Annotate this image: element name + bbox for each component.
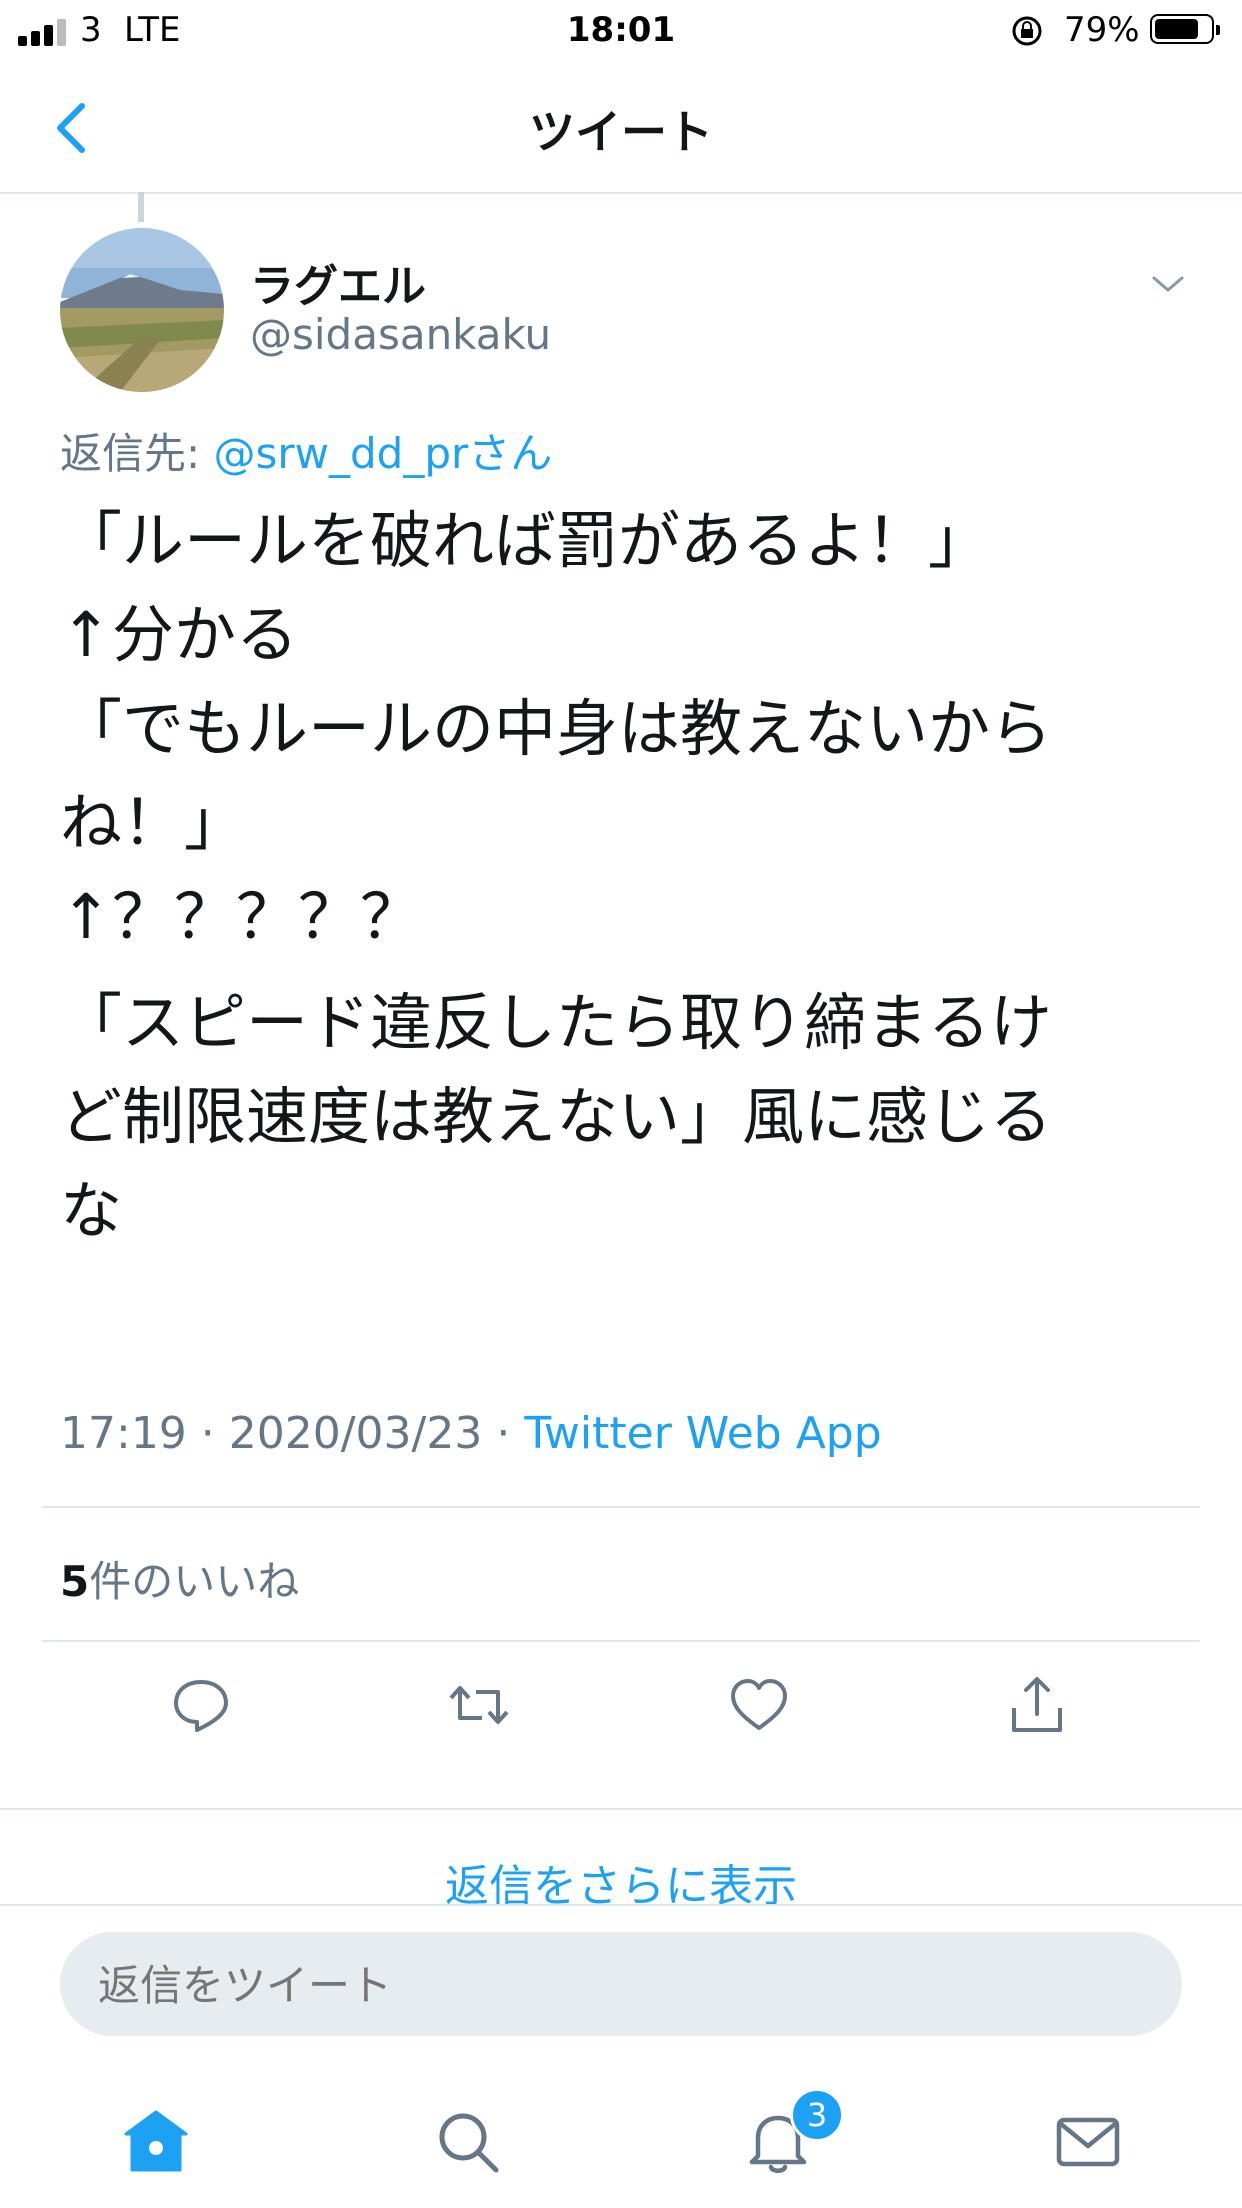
reply-to-link[interactable]: @srw_dd_prさん	[214, 429, 553, 478]
like-button[interactable]	[728, 1674, 790, 1740]
retweet-icon	[449, 1686, 509, 1724]
avatar[interactable]	[60, 228, 224, 392]
notification-badge: 3	[790, 2088, 844, 2142]
display-name[interactable]: ラグエル	[250, 250, 426, 314]
reply-compose-box[interactable]	[60, 1932, 1182, 2038]
tweet-line: ↑？？？？？	[60, 880, 422, 953]
page-title: ツイート	[529, 105, 713, 159]
clock: 18:01	[566, 10, 676, 50]
search-icon[interactable]	[432, 2106, 504, 2178]
reply-prefix: 返信先:	[60, 429, 214, 478]
reply-context: 返信先: @srw_dd_prさん	[60, 420, 552, 481]
source-link[interactable]: Twitter Web App	[524, 1408, 881, 1459]
divider	[42, 1640, 1200, 1642]
battery-percent: 79%	[1064, 10, 1140, 50]
likes-label: 件のいいね	[89, 1557, 300, 1606]
nav-bar: ツイート	[0, 62, 1242, 194]
tweet-line: ↑分かる	[60, 598, 298, 671]
messages-icon[interactable]	[1052, 2106, 1124, 2178]
likes-count: 5	[60, 1557, 90, 1606]
divider	[42, 1506, 1200, 1508]
tweet-line: な	[60, 1174, 123, 1247]
chevron-down-icon[interactable]	[1150, 272, 1186, 296]
divider	[0, 1904, 1242, 1906]
tweet-meta: 17:19 · 2020/03/23 · Twitter Web App	[60, 1408, 882, 1459]
timestamp: 17:19 · 2020/03/23 ·	[60, 1408, 525, 1459]
home-icon[interactable]	[120, 2106, 192, 2178]
tweet-line: ね！」	[60, 786, 247, 859]
rotation-lock-icon	[1012, 16, 1042, 46]
tweet-line: 「スピード違反したら取り締まるけ	[60, 986, 1053, 1059]
reply-button[interactable]	[170, 1674, 232, 1740]
reply-input[interactable]	[96, 1932, 1140, 2038]
likes-summary[interactable]: 5件のいいね	[60, 1548, 299, 1609]
battery-icon	[1150, 14, 1220, 44]
tweet-line: 「ルールを破れば罰があるよ！」	[60, 504, 991, 577]
thread-connector	[138, 192, 144, 222]
user-handle[interactable]: @sidasankaku	[250, 310, 551, 359]
tweet-text: 「ルールを破れば罰があるよ！」 ↑分かる 「でもルールの中身は教えないから ね！…	[60, 494, 1190, 1258]
status-bar: 3 LTE 18:01 79%	[0, 0, 1242, 62]
tab-bar	[0, 2090, 1242, 2208]
like-icon	[731, 1679, 787, 1730]
divider	[0, 1808, 1242, 1810]
tweet-line: 「でもルールの中身は教えないから	[60, 692, 1053, 765]
reply-icon	[174, 1680, 228, 1732]
share-icon	[1012, 1677, 1062, 1732]
share-button[interactable]	[1006, 1674, 1068, 1740]
tweet-line: ど制限速度は教えない」風に感じる	[60, 1080, 1053, 1153]
retweet-button[interactable]	[448, 1674, 510, 1740]
